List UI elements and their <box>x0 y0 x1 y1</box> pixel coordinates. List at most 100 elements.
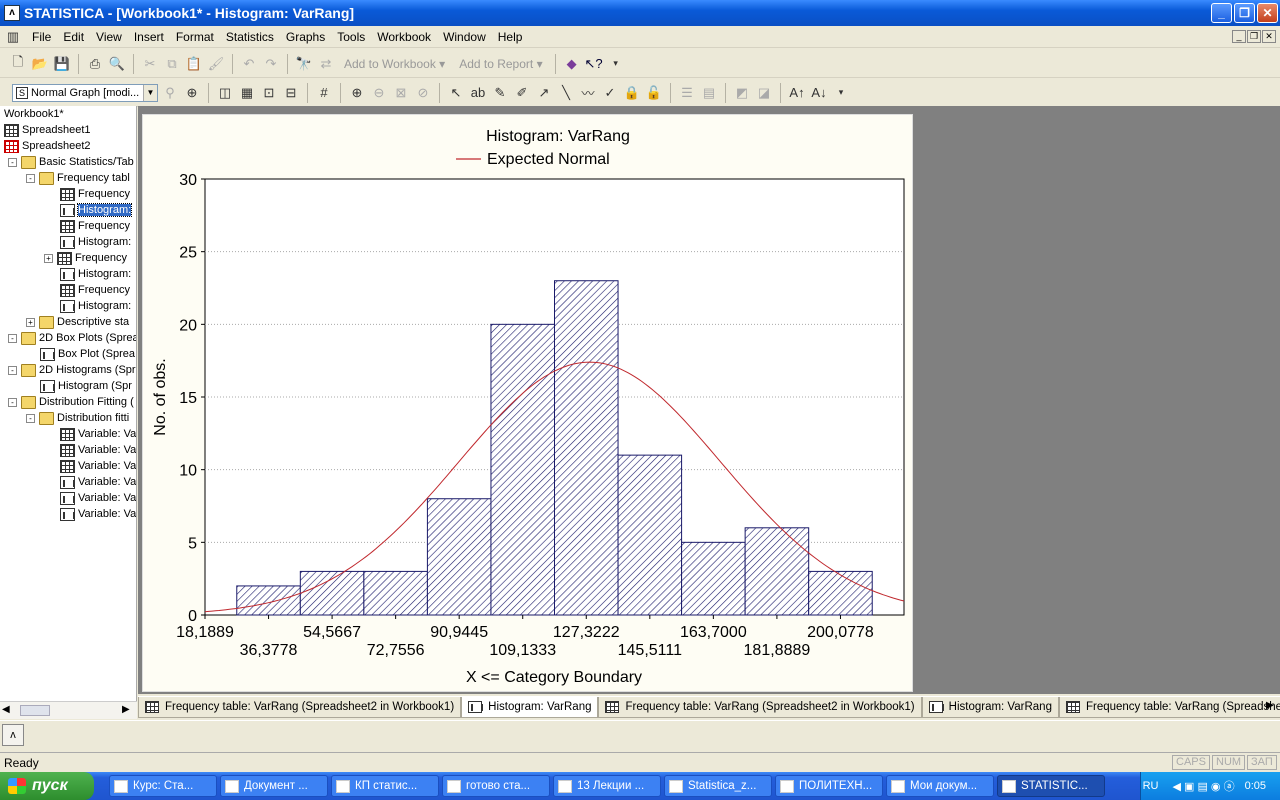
collapse-icon[interactable]: - <box>8 333 17 343</box>
taskbar-button[interactable]: готово ста... <box>442 775 550 797</box>
close-button[interactable]: ✕ <box>1257 3 1278 23</box>
bring-front-icon[interactable]: ◩ <box>732 83 752 103</box>
toolbar-options-icon[interactable]: ▾ <box>831 83 851 103</box>
graph-layout-icon[interactable]: ⊡ <box>259 83 279 103</box>
doc-close-button[interactable]: ✕ <box>1262 30 1276 43</box>
tree-item[interactable]: Histogram: <box>60 266 131 282</box>
document-tab[interactable]: Histogram: VarRang <box>461 697 599 718</box>
start-button[interactable]: пуск <box>0 772 94 800</box>
open-icon[interactable]: 📂 <box>30 54 50 74</box>
menu-edit[interactable]: Edit <box>57 30 90 44</box>
histogram-graph[interactable]: 0 5 10 15 20 25 30 18,1889 36,3778 54,5667 72,7556… <box>142 114 913 692</box>
undo-icon[interactable]: ↶ <box>239 54 259 74</box>
statistica-app-icon[interactable]: ʌ <box>4 5 20 21</box>
tree-item[interactable]: + Descriptive sta <box>26 314 129 330</box>
document-tab[interactable]: Frequency table: VarRang (Spreadsheet2 i… <box>138 697 462 718</box>
tree-item[interactable]: Variable: Va <box>60 506 136 522</box>
expand-icon[interactable]: + <box>44 253 53 263</box>
tree-item[interactable]: Variable: Va <box>60 474 136 490</box>
collapse-icon[interactable]: - <box>26 413 35 423</box>
grid-icon[interactable]: # <box>314 83 334 103</box>
collapse-icon[interactable]: - <box>8 365 17 375</box>
arrow-draw-icon[interactable]: ↗ <box>534 83 554 103</box>
maximize-button[interactable]: ❐ <box>1234 3 1255 23</box>
doc-minimize-button[interactable]: _ <box>1232 30 1246 43</box>
tree-item[interactable]: - Basic Statistics/Tab <box>8 154 134 170</box>
taskbar-button[interactable]: Документ ... <box>220 775 328 797</box>
line-icon[interactable]: ╲ <box>556 83 576 103</box>
language-indicator[interactable]: RU <box>1143 780 1159 792</box>
chevron-down-icon[interactable]: ▼ <box>143 84 157 101</box>
book-icon[interactable]: ◆ <box>562 54 582 74</box>
document-tab[interactable]: Histogram: VarRang <box>921 697 1059 718</box>
paste-icon[interactable]: 📋 <box>184 54 204 74</box>
redo-icon[interactable]: ↷ <box>261 54 281 74</box>
collapse-icon[interactable]: - <box>8 397 17 407</box>
tray-icons[interactable]: ◀ ▣ ▤ ◉ ⓐ <box>1173 778 1235 794</box>
copy-icon[interactable]: ⧉ <box>162 54 182 74</box>
taskbar-button[interactable]: ПОЛИТЕХН... <box>775 775 883 797</box>
lock-icon[interactable]: 🔒 <box>622 83 642 103</box>
tree-item[interactable]: Spreadsheet1 <box>4 122 91 138</box>
collapse-icon[interactable]: - <box>26 173 35 183</box>
check-icon[interactable]: ✓ <box>600 83 620 103</box>
pointer-icon[interactable]: ↖ <box>446 83 466 103</box>
tree-horizontal-scrollbar[interactable]: ◀ ▶ <box>0 701 137 719</box>
text-icon[interactable]: ab <box>468 83 488 103</box>
find-icon[interactable]: 🔭 <box>294 54 314 74</box>
zoom-in-icon[interactable]: ⊕ <box>347 83 367 103</box>
graph-fit-icon[interactable]: ⊟ <box>281 83 301 103</box>
format-painter-icon[interactable]: 🖌 <box>206 54 226 74</box>
tree-item[interactable]: Spreadsheet2 <box>4 138 91 154</box>
taskbar-button[interactable]: КП статис... <box>331 775 439 797</box>
tree-item[interactable]: - Distribution Fitting ( <box>8 394 134 410</box>
menu-file[interactable]: File <box>26 30 57 44</box>
menu-graphs[interactable]: Graphs <box>280 30 331 44</box>
doc-restore-button[interactable]: ❐ <box>1247 30 1261 43</box>
taskbar-button[interactable]: STATISTIC... <box>997 775 1105 797</box>
graph-data-icon[interactable]: ▦ <box>237 83 257 103</box>
tree-item[interactable]: Variable: Va <box>60 458 136 474</box>
print-preview-icon[interactable]: 🔍 <box>107 54 127 74</box>
menu-help[interactable]: Help <box>492 30 529 44</box>
tree-item[interactable]: Histogram: <box>60 298 131 314</box>
menu-tools[interactable]: Tools <box>331 30 371 44</box>
menu-insert[interactable]: Insert <box>128 30 170 44</box>
document-system-icon[interactable]: ▥ <box>0 27 26 47</box>
taskbar-button[interactable]: Курс: Ста... <box>109 775 217 797</box>
taskbar-button[interactable]: 13 Лекции ... <box>553 775 661 797</box>
tree-item[interactable]: - Frequency tabl <box>26 170 130 186</box>
menu-format[interactable]: Format <box>170 30 220 44</box>
send-back-icon[interactable]: ◪ <box>754 83 774 103</box>
tree-item[interactable]: Variable: Va <box>60 490 136 506</box>
font-smaller-icon[interactable]: A↓ <box>809 83 829 103</box>
save-icon[interactable]: 💾 <box>52 54 72 74</box>
edit-icon[interactable]: ✎ <box>490 83 510 103</box>
help-pointer-icon[interactable]: ↖? <box>584 54 604 74</box>
tree-root[interactable]: Workbook1* <box>4 106 64 122</box>
zoom-fit-icon[interactable]: ⊠ <box>391 83 411 103</box>
tree-item[interactable]: Variable: Va <box>60 426 136 442</box>
document-tab[interactable]: Frequency table: VarRang (Spreadsheet2 i… <box>1058 697 1280 718</box>
toolbar-options-icon[interactable]: ▾ <box>606 54 626 74</box>
replace-icon[interactable]: ⇄ <box>316 54 336 74</box>
align-icon[interactable]: ☰ <box>677 83 697 103</box>
unlock-icon[interactable]: 🔓 <box>644 83 664 103</box>
font-larger-icon[interactable]: A↑ <box>787 83 807 103</box>
tree-item[interactable]: Histogram: <box>60 234 131 250</box>
menu-view[interactable]: View <box>90 30 128 44</box>
tree-item[interactable]: Variable: Va <box>60 442 136 458</box>
tree-item[interactable]: Frequency <box>60 282 130 298</box>
menu-statistics[interactable]: Statistics <box>220 30 280 44</box>
tree-item[interactable]: + Frequency <box>44 250 127 266</box>
tree-item[interactable]: Box Plot (Sprea <box>40 346 135 362</box>
tree-item[interactable]: - 2D Histograms (Spr <box>8 362 136 378</box>
zoom-icon[interactable]: ⊕ <box>182 83 202 103</box>
graph-style-select[interactable]: S Normal Graph [modi... ▼ <box>12 83 158 102</box>
collapse-icon[interactable]: - <box>8 157 17 167</box>
polyline-icon[interactable]: 〰 <box>578 83 598 103</box>
add-to-workbook-button[interactable]: Add to Workbook ▾ <box>338 57 451 71</box>
print-icon[interactable]: ⎙ <box>85 54 105 74</box>
zoom-out-icon[interactable]: ⊖ <box>369 83 389 103</box>
scroll-left-icon[interactable]: ◀ <box>2 704 10 715</box>
